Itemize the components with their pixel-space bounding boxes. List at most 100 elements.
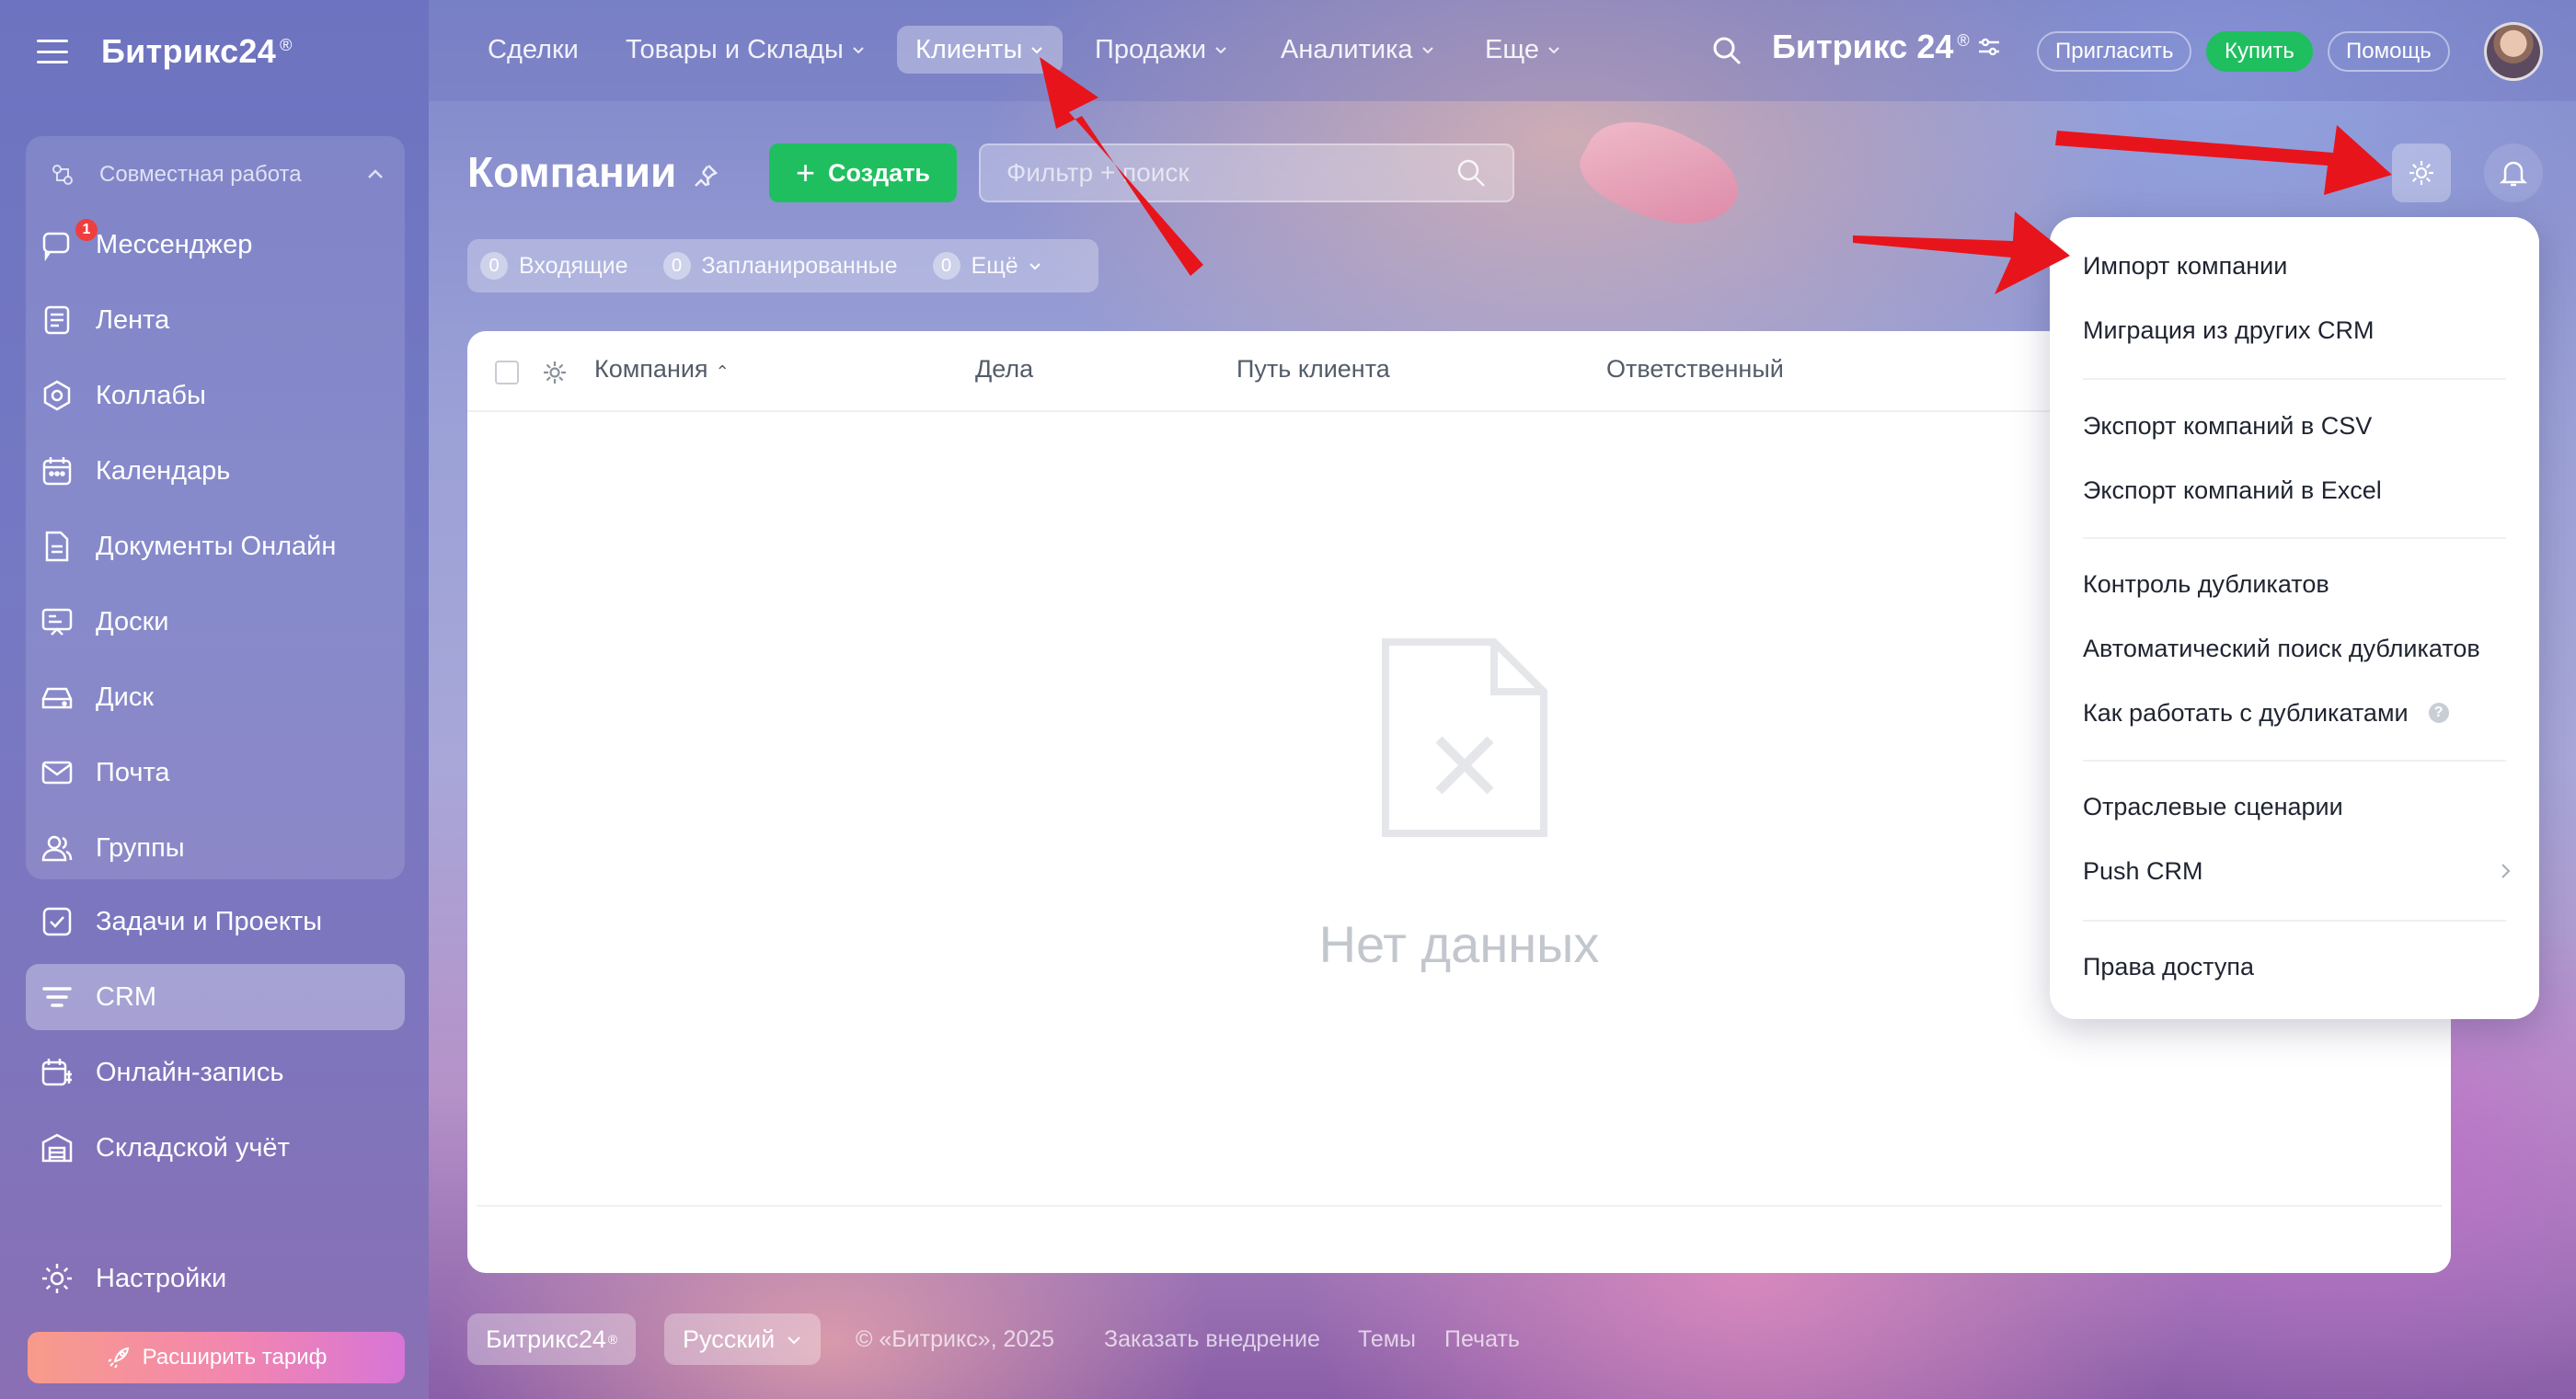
nav-deals[interactable]: Сделки [469, 26, 597, 74]
search-icon[interactable] [1455, 157, 1487, 189]
help-icon[interactable]: ? [2428, 703, 2449, 723]
nav-analytics[interactable]: Аналитика [1262, 26, 1454, 74]
menu-item-duplicate-control[interactable]: Контроль дубликатов [2083, 561, 2515, 607]
menu-item-industry-scenarios[interactable]: Отраслевые сценарии [2083, 784, 2515, 830]
sidebar-item-label: Задачи и Проекты [96, 906, 323, 936]
nav-sales[interactable]: Продажи [1076, 26, 1247, 74]
notifications-button[interactable] [2484, 143, 2543, 202]
counter-value: 0 [480, 252, 508, 280]
board-icon [39, 603, 75, 640]
gear-icon [2409, 161, 2433, 185]
sidebar-item-boards[interactable]: Доски [26, 589, 405, 655]
sidebar-item-collabs[interactable]: Коллабы [26, 362, 405, 429]
sidebar-item-tasks[interactable]: Задачи и Проекты [26, 889, 405, 955]
menu-divider [2083, 920, 2506, 922]
menu-item-duplicates-help[interactable]: Как работать с дубликатами? [2083, 690, 2515, 736]
print-link[interactable]: Печать [1444, 1326, 1520, 1353]
counter-incoming[interactable]: 0 Входящие [480, 252, 628, 280]
pin-icon[interactable] [692, 162, 719, 189]
order-implementation-link[interactable]: Заказать внедрение [1104, 1326, 1320, 1353]
list-settings-button[interactable] [2392, 143, 2451, 202]
chevron-right-icon [2501, 864, 2511, 878]
feed-icon [39, 302, 75, 338]
filter-search[interactable] [979, 143, 1514, 202]
column-activities[interactable]: Дела [975, 355, 1033, 384]
column-settings-gear-icon[interactable] [541, 359, 569, 386]
menu-item-push-crm[interactable]: Push CRM [2083, 848, 2515, 894]
sidebar-item-groups[interactable]: Группы [26, 815, 405, 881]
filter-search-input[interactable] [1006, 158, 1455, 188]
counter-label: Ещё [971, 252, 1018, 279]
sidebar-item-inventory[interactable]: Складской учёт [26, 1115, 405, 1181]
language-selector[interactable]: Русский [664, 1313, 822, 1365]
menu-item-migration[interactable]: Миграция из других CRM [2083, 307, 2515, 353]
sidebar-item-label: Календарь [96, 455, 231, 486]
menu-item-label: Push CRM [2083, 856, 2203, 885]
settings-gear-icon [39, 1260, 75, 1297]
brand-logo[interactable]: Битрикс24 ® [101, 32, 293, 71]
create-button[interactable]: + Создать [769, 143, 957, 202]
counter-label: Входящие [519, 252, 628, 279]
sliders-icon[interactable] [1975, 33, 2003, 61]
counter-bar: 0 Входящие 0 Запланированные 0 Ещё [467, 239, 1098, 292]
menu-item-export-excel[interactable]: Экспорт компаний в Excel [2083, 467, 2515, 513]
counter-planned[interactable]: 0 Запланированные [662, 252, 898, 280]
column-customer-journey[interactable]: Путь клиента [1236, 355, 1390, 384]
user-avatar[interactable] [2484, 22, 2543, 81]
nav-more[interactable]: Еще [1466, 26, 1580, 74]
invite-button[interactable]: Пригласить [2037, 31, 2192, 72]
page-title: Компании [467, 148, 677, 196]
sidebar-item-feed[interactable]: Лента [26, 287, 405, 353]
menu-item-label: Как работать с дубликатами [2083, 698, 2409, 727]
arrow-to-gear [2055, 125, 2392, 195]
menu-item-import-company[interactable]: Импорт компании [2083, 243, 2515, 289]
no-data-file-icon [1382, 638, 1547, 837]
grid-footer-divider [477, 1205, 2442, 1207]
collabs-icon [39, 377, 75, 414]
chevron-down-icon [1029, 263, 1041, 270]
upgrade-label: Расширить тариф [142, 1345, 328, 1370]
sidebar-item-label: Документы Онлайн [96, 531, 337, 561]
sidebar-item-mail[interactable]: Почта [26, 740, 405, 806]
crm-funnel-icon [39, 979, 75, 1015]
upgrade-plan-button[interactable]: Расширить тариф [28, 1332, 405, 1383]
help-button[interactable]: Помощь [2328, 31, 2450, 72]
chevron-down-icon [853, 47, 864, 54]
buy-button[interactable]: Купить [2206, 31, 2313, 72]
chevron-up-icon[interactable] [364, 164, 386, 186]
select-all-checkbox[interactable] [495, 361, 519, 384]
chevron-down-icon [1215, 47, 1226, 54]
themes-link[interactable]: Темы [1358, 1326, 1416, 1353]
chevron-down-icon [1548, 47, 1559, 54]
tasks-icon [39, 903, 75, 940]
sidebar-item-docs[interactable]: Документы Онлайн [26, 513, 405, 579]
warehouse-icon [39, 1130, 75, 1166]
sidebar-item-settings[interactable]: Настройки [26, 1245, 405, 1312]
column-responsible[interactable]: Ответственный [1606, 355, 1784, 384]
chevron-down-icon [788, 1336, 800, 1345]
sidebar-item-label: Онлайн-запись [96, 1057, 284, 1087]
counter-more[interactable]: 0 Ещё [932, 252, 1042, 280]
sidebar-item-label: CRM [96, 981, 157, 1012]
sidebar-item-label: Лента [96, 304, 170, 335]
sidebar-item-messenger[interactable]: 1 Мессенджер [26, 212, 405, 278]
sidebar-item-crm[interactable]: CRM [26, 964, 405, 1030]
counter-label: Запланированные [701, 252, 898, 279]
menu-item-export-csv[interactable]: Экспорт компаний в CSV [2083, 403, 2515, 449]
menu-item-auto-duplicates[interactable]: Автоматический поиск дубликатов [2083, 625, 2515, 671]
search-icon[interactable] [1711, 35, 1742, 66]
column-company[interactable]: Компания ⌃ [594, 355, 730, 384]
sidebar-item-booking[interactable]: Онлайн-запись [26, 1039, 405, 1106]
counter-value: 0 [932, 252, 960, 280]
menu-divider [2083, 378, 2506, 380]
sidebar-item-disk[interactable]: Диск [26, 664, 405, 730]
booking-icon [39, 1054, 75, 1091]
portal-name[interactable]: Битрикс 24 ® [1772, 28, 2003, 66]
nav-clients[interactable]: Клиенты [897, 26, 1064, 74]
nav-products[interactable]: Товары и Склады [607, 26, 884, 74]
sidebar-group-header[interactable]: Совместная работа [48, 156, 386, 193]
menu-item-access-rights[interactable]: Права доступа [2083, 944, 2515, 990]
sidebar-item-calendar[interactable]: Календарь [26, 438, 405, 504]
menu-burger-icon[interactable] [37, 40, 68, 63]
footer-brand[interactable]: Битрикс24 ® [467, 1313, 637, 1365]
